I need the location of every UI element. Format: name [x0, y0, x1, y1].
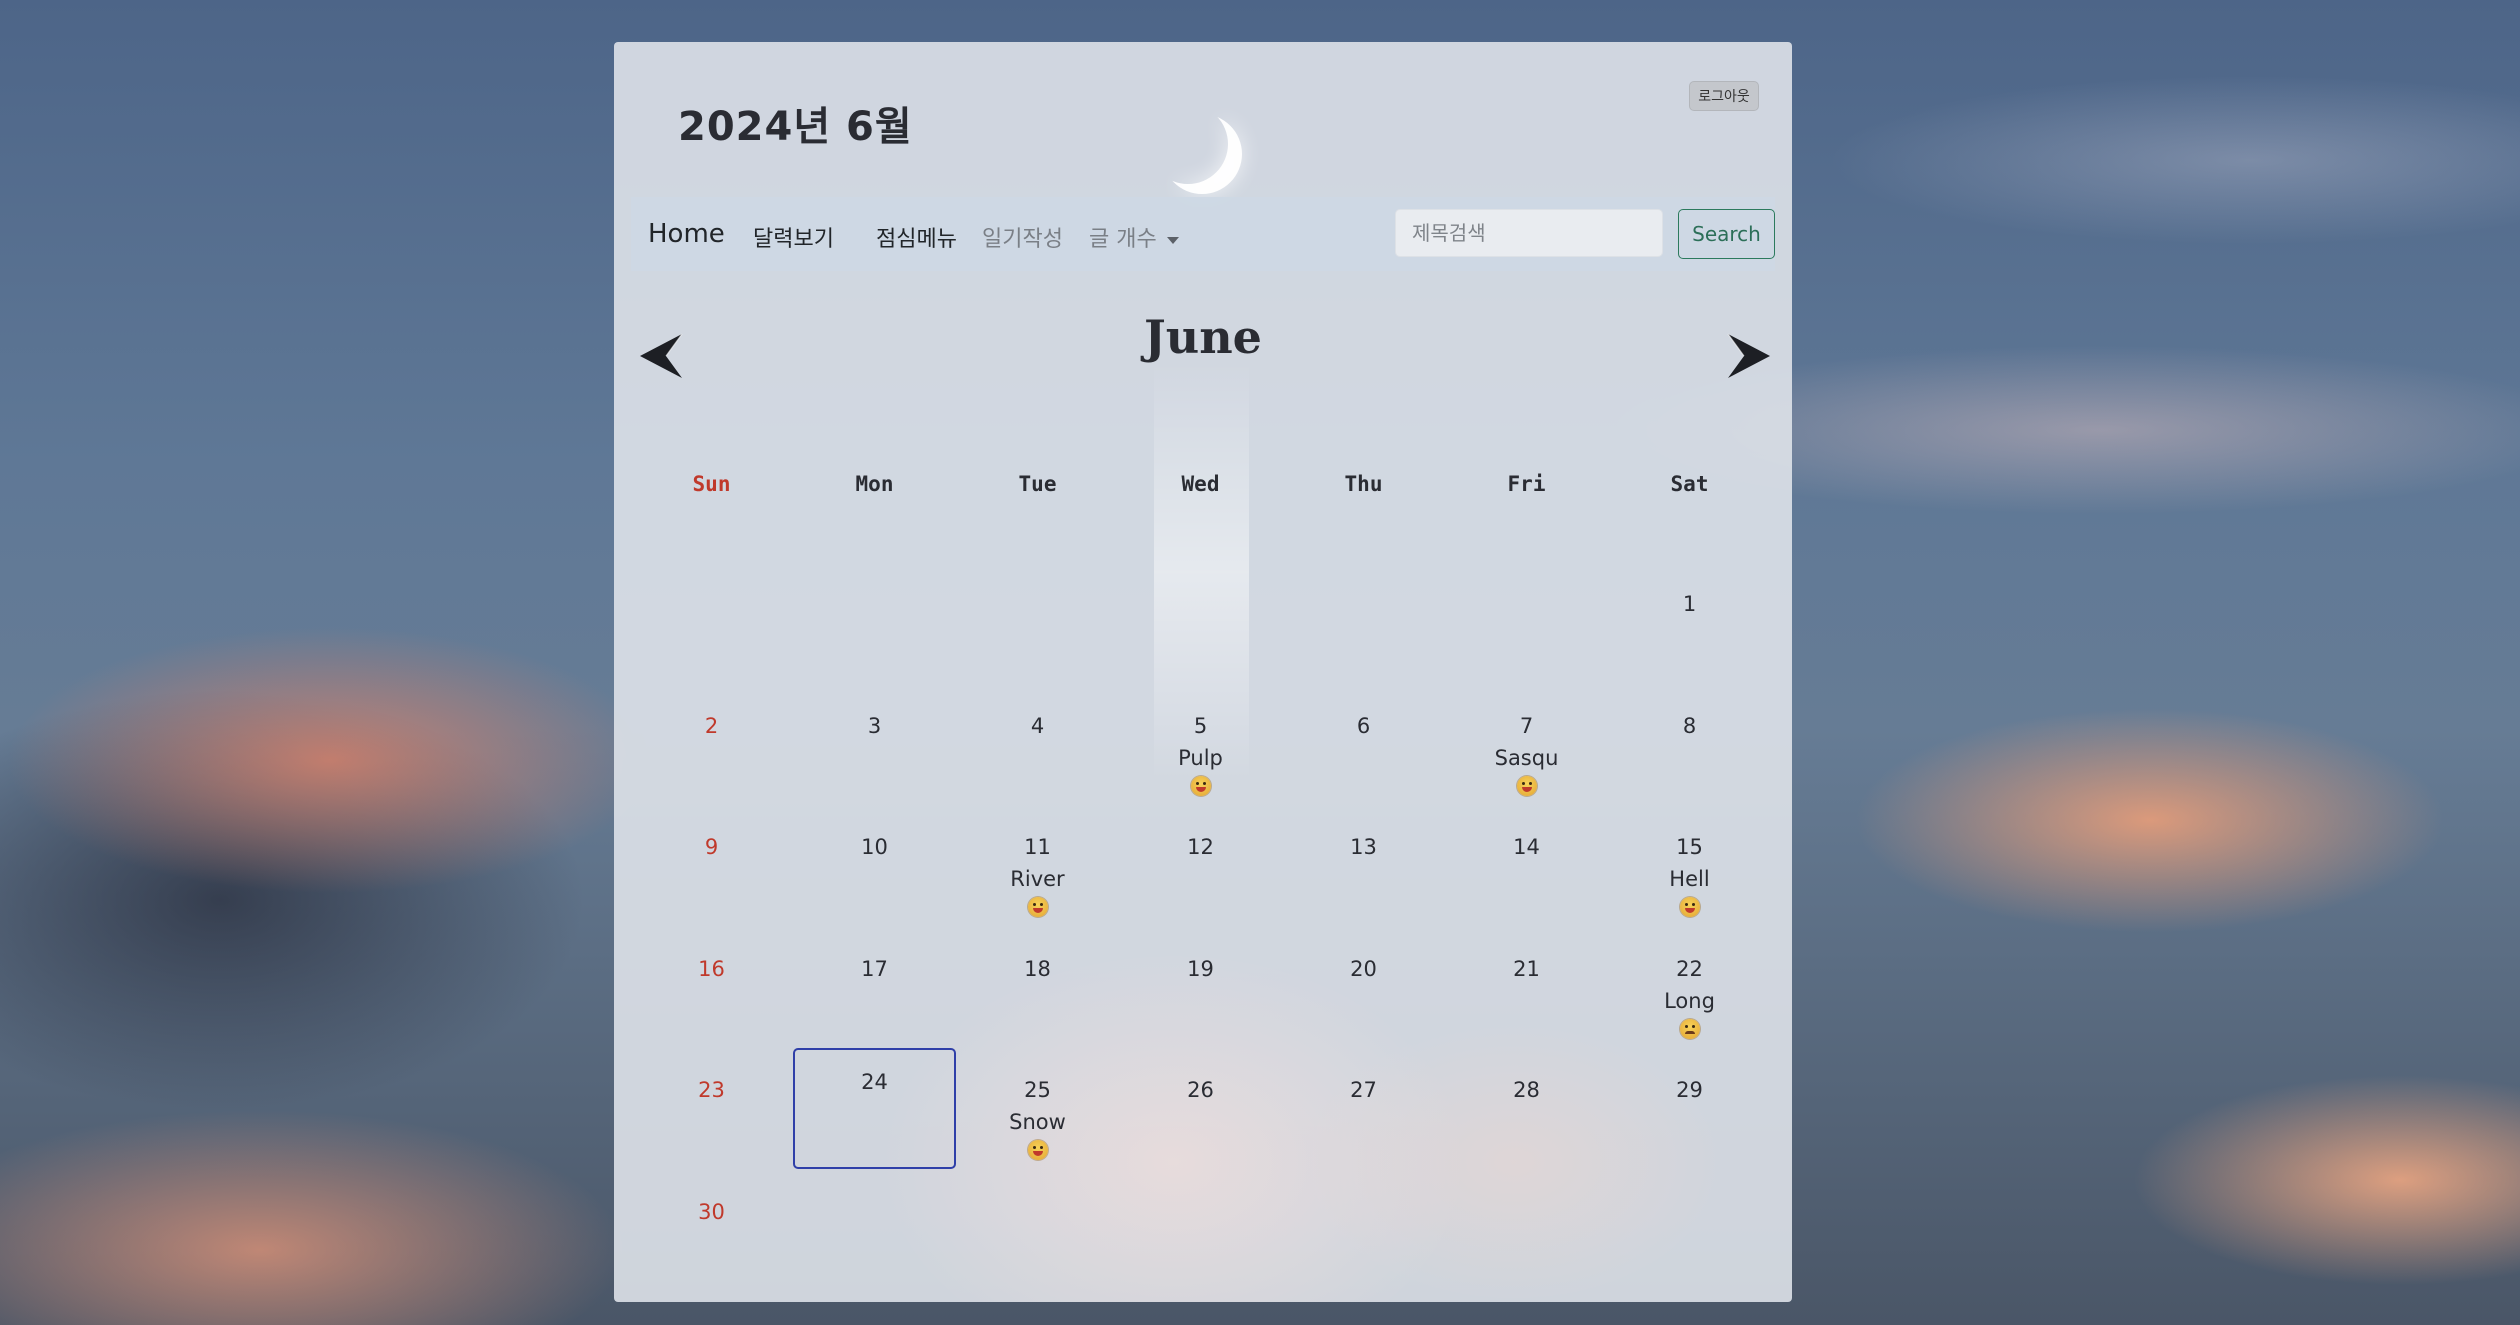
day-number: 23: [698, 1078, 725, 1102]
day-number: 29: [1676, 1078, 1703, 1102]
page-title: 2024년 6월: [678, 104, 913, 150]
calendar-month-title: June: [1144, 310, 1262, 364]
navbar: Home 달력보기 점심메뉴 일기작성 글 개수 Search: [631, 197, 1775, 271]
day-cell[interactable]: 26: [1119, 1048, 1282, 1169]
diary-entry-title[interactable]: Snow: [956, 1110, 1119, 1134]
day-cell[interactable]: 21: [1445, 927, 1608, 1048]
day-cell[interactable]: 20: [1282, 927, 1445, 1048]
weekday-sun: Sun: [692, 472, 731, 496]
happy-face-icon: [1027, 1140, 1048, 1160]
day-number: 24: [861, 1070, 888, 1094]
day-cell[interactable]: 19: [1119, 927, 1282, 1048]
nav-dropdown-label: 글 개수: [1089, 227, 1157, 252]
diary-entry-title[interactable]: Sasqu: [1445, 746, 1608, 770]
day-number: 27: [1350, 1078, 1377, 1102]
day-number: 1: [1682, 592, 1697, 616]
day-number: 21: [1513, 956, 1540, 981]
arrow-left-icon[interactable]: [636, 328, 692, 384]
diary-entry-title[interactable]: Long: [1608, 989, 1771, 1013]
day-cell[interactable]: 10: [793, 805, 956, 926]
day-number: 25: [1024, 1078, 1051, 1102]
sad-face-icon: [1679, 1018, 1700, 1039]
weekday-tue: Tue: [1018, 472, 1057, 496]
day-cell[interactable]: 30: [630, 1170, 793, 1291]
search-input[interactable]: [1395, 209, 1663, 257]
arrow-right-icon[interactable]: [1718, 328, 1774, 384]
day-number: 2: [704, 713, 719, 738]
day-number: 18: [1024, 956, 1051, 981]
main-panel: 2024년 6월 로그아웃 Home 달력보기 점심메뉴 일기작성 글 개수 S…: [614, 42, 1792, 1302]
day-cell[interactable]: 5 Pulp: [1119, 684, 1282, 805]
day-cell[interactable]: 25 Snow: [956, 1048, 1119, 1169]
day-number: 8: [1682, 713, 1697, 738]
nav-link-calendar[interactable]: 달력보기: [753, 221, 834, 253]
day-number: 7: [1519, 713, 1534, 738]
day-cell[interactable]: 22 Long: [1608, 927, 1771, 1048]
day-cell[interactable]: 4: [956, 684, 1119, 805]
day-number: 22: [1676, 956, 1703, 981]
diary-entry-title[interactable]: Pulp: [1119, 746, 1282, 770]
search-button[interactable]: Search: [1678, 209, 1775, 259]
day-number: 20: [1350, 956, 1377, 981]
nav-dropdown-post-count[interactable]: 글 개수: [1089, 221, 1179, 253]
happy-face-icon: [1516, 775, 1537, 796]
day-number: 4: [1030, 713, 1045, 738]
weekday-header-row: Sun Mon Tue Wed Thu Fri Sat: [630, 472, 1774, 512]
day-cell[interactable]: 27: [1282, 1048, 1445, 1169]
day-number: 16: [698, 956, 725, 981]
day-number: 6: [1356, 713, 1371, 738]
day-cell[interactable]: 8: [1608, 684, 1771, 805]
day-cell[interactable]: 9: [630, 805, 793, 926]
day-cell[interactable]: 15 Hell: [1608, 805, 1771, 926]
day-cell[interactable]: 7 Sasqu: [1445, 684, 1608, 805]
diary-entry-title[interactable]: Hell: [1608, 867, 1771, 891]
day-cell[interactable]: 29: [1608, 1048, 1771, 1169]
day-cell[interactable]: 11 River: [956, 805, 1119, 926]
weekday-thu: Thu: [1344, 472, 1383, 496]
day-cell[interactable]: 6: [1282, 684, 1445, 805]
day-cell[interactable]: 2: [630, 684, 793, 805]
day-number: 14: [1513, 835, 1540, 859]
day-number: 3: [867, 713, 882, 738]
day-number: 26: [1187, 1078, 1214, 1102]
day-cell[interactable]: 14: [1445, 805, 1608, 926]
day-cell[interactable]: 17: [793, 927, 956, 1048]
logout-button[interactable]: 로그아웃: [1689, 81, 1759, 111]
nav-link-write-diary[interactable]: 일기작성: [982, 221, 1063, 253]
day-number: 30: [698, 1199, 725, 1224]
happy-face-icon: [1679, 897, 1700, 917]
day-number: 19: [1187, 956, 1214, 981]
happy-face-icon: [1190, 775, 1211, 796]
day-number: 15: [1676, 835, 1703, 859]
day-number: 9: [704, 835, 719, 859]
weekday-mon: Mon: [855, 472, 894, 496]
weekday-fri: Fri: [1507, 472, 1546, 496]
happy-face-icon: [1027, 897, 1048, 917]
day-cell[interactable]: 18: [956, 927, 1119, 1048]
day-number: 28: [1513, 1078, 1540, 1102]
day-cell[interactable]: 16: [630, 927, 793, 1048]
caret-down-icon: [1166, 236, 1179, 244]
day-number: 12: [1187, 835, 1214, 859]
day-number: 11: [1024, 835, 1051, 859]
day-cell[interactable]: 1: [1608, 562, 1771, 683]
weekday-wed: Wed: [1181, 472, 1220, 496]
day-number: 5: [1193, 713, 1208, 738]
weekday-sat: Sat: [1670, 472, 1709, 496]
day-cell[interactable]: 12: [1119, 805, 1282, 926]
day-number: 13: [1350, 835, 1377, 859]
day-cell[interactable]: 3: [793, 684, 956, 805]
diary-entry-title[interactable]: River: [956, 867, 1119, 891]
day-number: 17: [861, 956, 888, 981]
nav-link-lunch-menu[interactable]: 점심메뉴: [876, 221, 957, 253]
day-number: 10: [861, 835, 888, 859]
day-cell[interactable]: 28: [1445, 1048, 1608, 1169]
nav-home-link[interactable]: Home: [648, 219, 725, 249]
moon-decoration: [1148, 104, 1228, 184]
day-cell[interactable]: 13: [1282, 805, 1445, 926]
day-cell[interactable]: 23: [630, 1048, 793, 1169]
day-cell[interactable]: 24: [793, 1048, 956, 1169]
